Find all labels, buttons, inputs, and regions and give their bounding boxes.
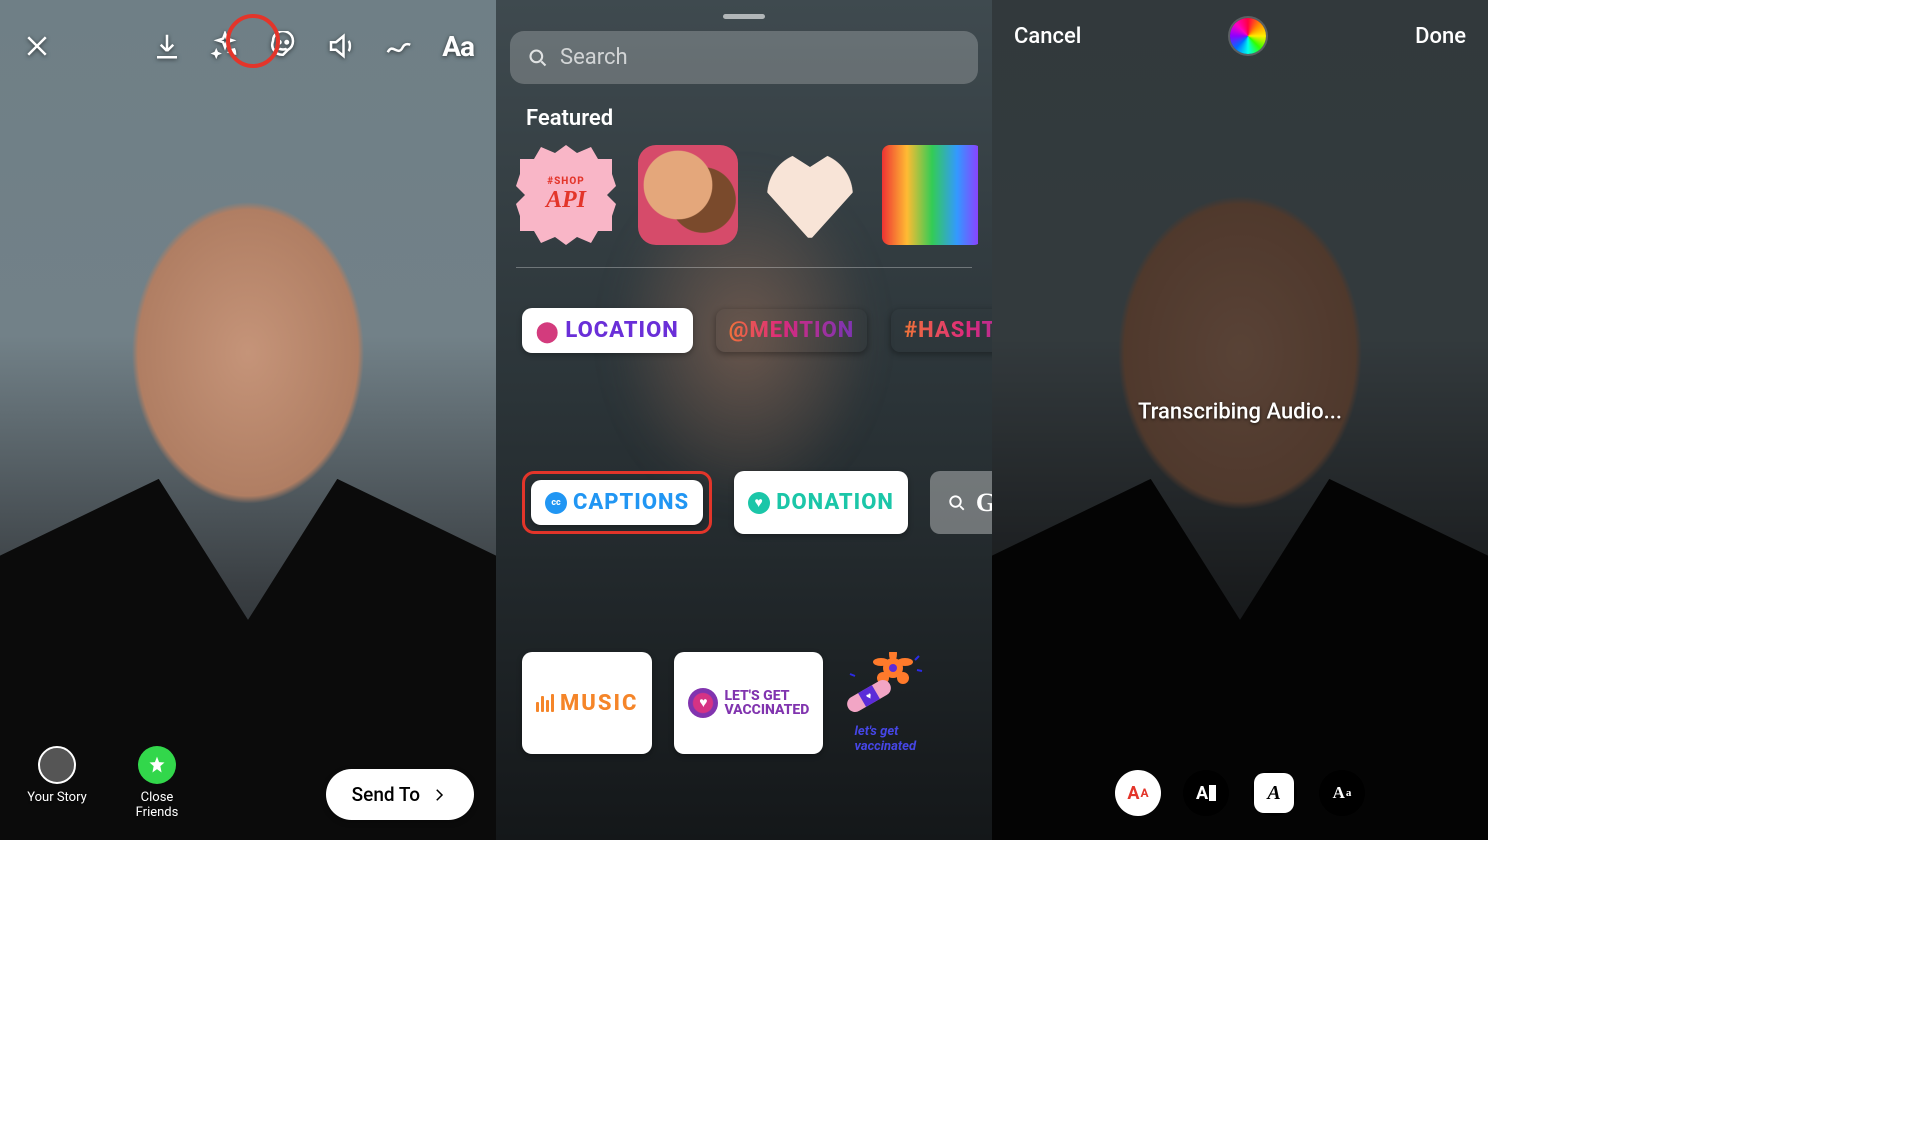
cc-badge-icon: cc [545, 492, 567, 514]
chip-label: GI [976, 488, 992, 518]
chip-captions[interactable]: cc CAPTIONS [531, 480, 703, 525]
chip-label: LOCATION [565, 318, 678, 343]
sticker-label: let's get vaccinated [855, 724, 917, 754]
transcribing-status: Transcribing Audio... [1138, 399, 1342, 424]
audio-icon[interactable] [326, 31, 356, 61]
chip-gif[interactable]: GI [930, 471, 992, 534]
text-icon[interactable]: Aa [442, 30, 474, 63]
chip-label: LET'S GET VACCINATED [724, 689, 809, 717]
caption-style-2[interactable]: A [1183, 770, 1229, 816]
close-icon[interactable] [22, 31, 52, 61]
sticker-icon-highlight [226, 14, 280, 68]
share-label: Your Story [27, 790, 87, 805]
search-icon [528, 48, 548, 68]
search-icon [948, 494, 966, 512]
share-close-friends[interactable]: Close Friends [122, 746, 192, 820]
picker-sheet: Search Featured #SHOPAPI ⬤ LOCATION @MEN… [496, 0, 992, 840]
heart-icon: ♥ [748, 492, 770, 514]
chip-hashtag[interactable]: #HASHTAG [890, 308, 992, 353]
avatar-icon [38, 746, 76, 784]
chip-music[interactable]: MUSIC [522, 652, 652, 754]
share-your-story[interactable]: Your Story [22, 746, 92, 820]
color-wheel-button[interactable] [1230, 18, 1266, 54]
caption-style-row: AA A A Aa [992, 770, 1488, 816]
music-bars-icon [536, 694, 554, 712]
send-to-button[interactable]: Send To [326, 769, 474, 820]
chip-label: MUSIC [560, 691, 638, 716]
flower-bandaid-icon: ♥ [845, 652, 925, 722]
sticker-vaccine-flower[interactable]: ♥ let's get vaccinated [845, 652, 925, 754]
chevron-right-icon [430, 786, 448, 804]
chip-label: DONATION [776, 490, 894, 515]
vaccine-badge-icon: ♥ [688, 688, 718, 718]
transcribing-panel: Cancel Done Transcribing Audio... AA A A… [992, 0, 1488, 840]
sticker-shop-api[interactable]: #SHOPAPI [516, 145, 616, 245]
divider [516, 267, 972, 268]
download-icon[interactable] [152, 31, 182, 61]
draw-icon[interactable] [384, 31, 414, 61]
featured-heading: Featured [526, 106, 978, 131]
chip-captions-highlight: cc CAPTIONS [522, 471, 712, 534]
chip-label: #HASHTAG [904, 318, 992, 343]
chip-donation[interactable]: ♥ DONATION [734, 471, 908, 534]
caption-style-3[interactable]: A [1251, 770, 1297, 816]
share-label: Close Friends [122, 790, 192, 820]
chip-vaccinated[interactable]: ♥ LET'S GET VACCINATED [674, 652, 823, 754]
done-button[interactable]: Done [1415, 24, 1466, 49]
story-editor-panel: Aa Your Story Close Friends Send To [0, 0, 496, 840]
chip-location[interactable]: ⬤ LOCATION [522, 308, 693, 353]
search-placeholder: Search [560, 45, 628, 70]
sticker-search[interactable]: Search [510, 31, 978, 84]
chip-mention[interactable]: @MENTION [715, 308, 868, 353]
sticker-chip-grid: ⬤ LOCATION @MENTION #HASHTAG cc CAPTIONS [510, 308, 978, 754]
sticker-heart-family[interactable] [760, 145, 860, 245]
chip-label: CAPTIONS [573, 490, 689, 515]
chip-label: @MENTION [729, 318, 854, 343]
sticker-family-hug[interactable] [638, 145, 738, 245]
sticker-picker-panel: Search Featured #SHOPAPI ⬤ LOCATION @MEN… [496, 0, 992, 840]
featured-sticker-row: #SHOPAPI [510, 145, 978, 267]
cancel-button[interactable]: Cancel [1014, 24, 1081, 49]
sheet-grabber[interactable] [723, 14, 765, 19]
caption-style-4[interactable]: Aa [1319, 770, 1365, 816]
sticker-rainbow[interactable] [882, 145, 978, 245]
send-to-label: Send To [352, 783, 420, 806]
caption-style-1[interactable]: AA [1115, 770, 1161, 816]
editor-bottom-bar: Your Story Close Friends Send To [22, 746, 474, 820]
caption-top-bar: Cancel Done [1014, 18, 1466, 54]
close-friends-icon [138, 746, 176, 784]
location-pin-icon: ⬤ [536, 319, 559, 343]
